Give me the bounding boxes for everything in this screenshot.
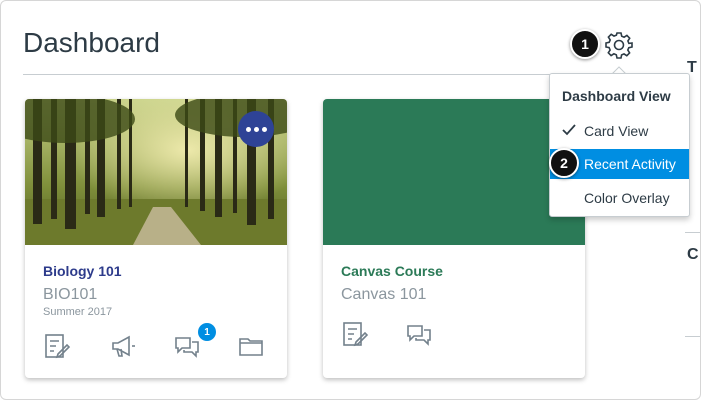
course-code: BIO101 [43,286,98,303]
sidebar-edge-divider [685,336,700,337]
menu-header: Dashboard View [562,88,671,104]
dot [253,126,259,132]
course-term: Summer 2017 [43,306,113,318]
gear-icon[interactable] [604,30,634,60]
course-card-biology[interactable]: Biology 101 BIO101 Summer 2017 1 [25,99,287,378]
menu-item-label: Card View [584,123,649,139]
menu-item-color-overlay[interactable]: Color Overlay [550,183,689,213]
page-title: Dashboard [23,27,160,58]
discussions-icon[interactable] [405,320,433,348]
dot [245,126,251,132]
course-hero-color[interactable] [323,99,585,245]
announcements-icon[interactable] [109,332,137,360]
discussion-count-badge: 1 [198,323,216,341]
dashboard-window: Dashboard 1 T C Biology 101 BIO101 Summe… [0,0,701,400]
files-icon[interactable] [237,332,265,360]
assignments-icon[interactable] [43,332,71,360]
sidebar-edge-letter: C [687,246,699,263]
course-name[interactable]: Canvas Course [341,263,443,279]
card-options-button[interactable] [238,111,274,147]
course-card-canvas[interactable]: Canvas Course Canvas 101 [323,99,585,378]
callout-1: 1 [570,29,600,59]
assignments-icon[interactable] [341,320,369,348]
menu-item-card-view[interactable]: Card View [550,116,689,146]
menu-item-label: Color Overlay [584,190,670,206]
dashboard-view-menu: Dashboard View Card View Recent Activity… [549,73,690,217]
course-code: Canvas 101 [341,286,427,303]
menu-item-label: Recent Activity [584,156,676,172]
discussions-icon[interactable] [173,332,201,360]
check-icon [562,124,576,136]
dot [261,126,267,132]
course-name[interactable]: Biology 101 [43,263,122,279]
sidebar-edge-divider [685,232,700,233]
callout-2: 2 [549,148,579,178]
